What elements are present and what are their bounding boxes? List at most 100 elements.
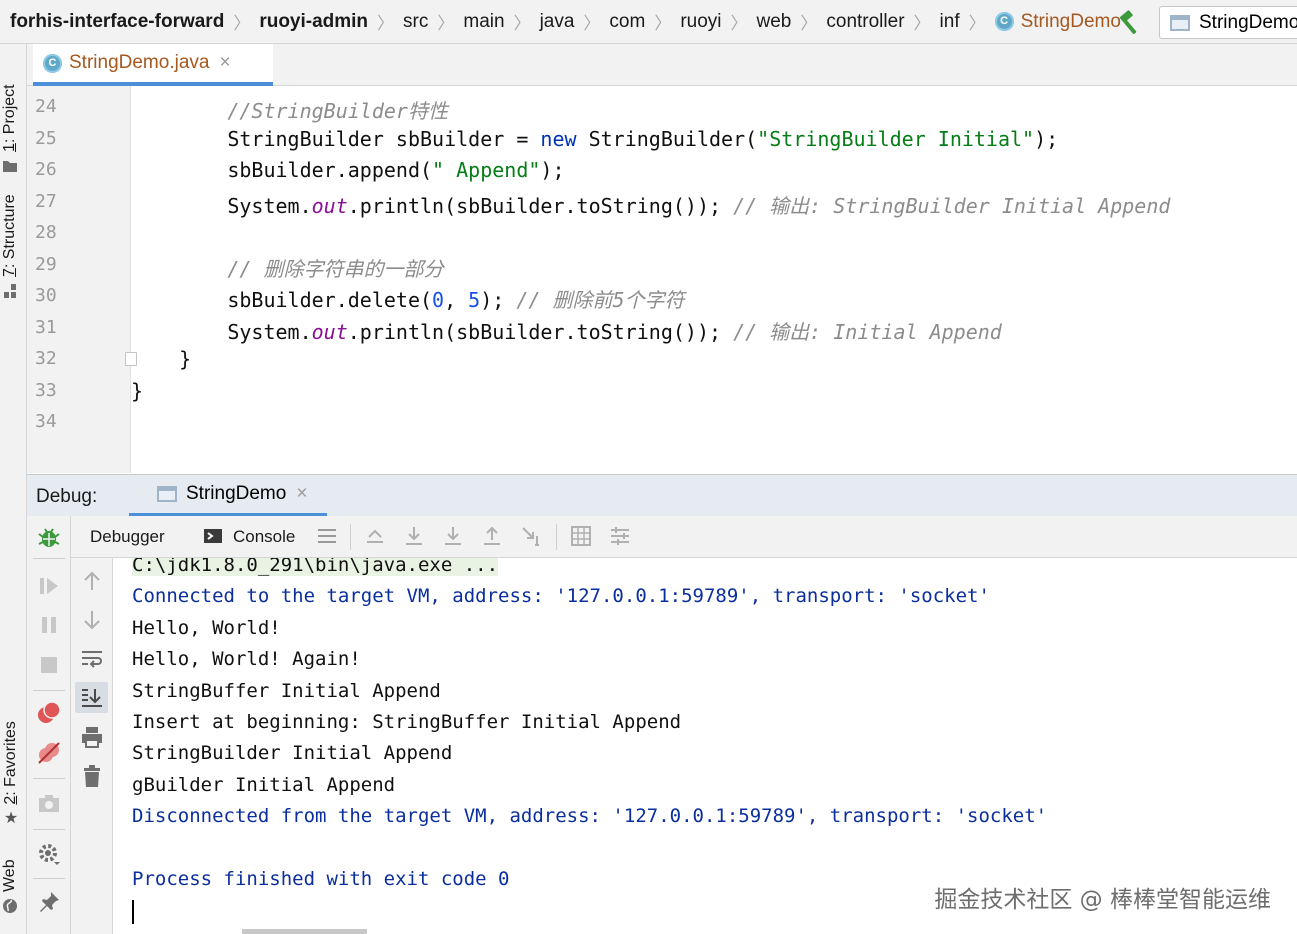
trace-icon[interactable] bbox=[608, 524, 632, 548]
code-keyword: new bbox=[540, 126, 577, 151]
code-line[interactable]: // 删除字符串的一部分 bbox=[131, 253, 443, 282]
code-line[interactable]: System.out.println(sbBuilder.toString())… bbox=[131, 190, 1170, 219]
code-text: StringBuilder( bbox=[576, 126, 758, 151]
code-line[interactable]: StringBuilder sbBuilder = new StringBuil… bbox=[131, 127, 1058, 151]
code-text: .println(sbBuilder.toString()); bbox=[347, 319, 734, 344]
scroll-to-end-toggle[interactable] bbox=[75, 682, 108, 713]
show-execution-point-icon[interactable] bbox=[363, 524, 387, 548]
breadcrumb-item-inf[interactable]: inf bbox=[940, 11, 960, 33]
console-line: StringBuffer Initial Append bbox=[132, 679, 441, 702]
favorites-tab-number: 2 bbox=[2, 795, 19, 805]
toolbar-separator bbox=[33, 778, 65, 779]
horizontal-scrollbar[interactable] bbox=[242, 929, 367, 934]
run-configuration-selector[interactable]: StringDemo bbox=[1159, 6, 1297, 39]
breadcrumb-item-controller[interactable]: controller bbox=[826, 11, 904, 33]
editor-tab-label: StringDemo.java bbox=[69, 52, 210, 73]
tab-console[interactable]: Console bbox=[233, 527, 295, 547]
web-tool-tab[interactable]: Web bbox=[1, 859, 19, 914]
application-window-icon bbox=[157, 486, 177, 502]
run-to-cursor-icon[interactable] bbox=[519, 524, 543, 548]
soft-wrap-icon[interactable] bbox=[79, 646, 105, 672]
breadcrumb-separator: 〉 bbox=[583, 14, 601, 33]
globe-icon bbox=[3, 899, 17, 913]
console-line: Connected to the target VM, address: '12… bbox=[132, 585, 990, 608]
code-text: } bbox=[131, 347, 192, 371]
favorites-tool-tab[interactable]: ★ 2: Favorites bbox=[1, 721, 21, 827]
code-line[interactable]: System.out.println(sbBuilder.toString())… bbox=[131, 316, 1002, 345]
debug-toolbar: Debugger Console bbox=[71, 516, 1297, 558]
step-out-icon[interactable] bbox=[480, 524, 504, 548]
project-tool-tab[interactable]: 1: Project bbox=[1, 84, 19, 174]
close-session-icon[interactable]: × bbox=[296, 483, 307, 505]
code-text: .println(sbBuilder.toString()); bbox=[347, 193, 734, 218]
breadcrumb-item-src[interactable]: src bbox=[403, 11, 428, 33]
debug-session-tab[interactable]: StringDemo × bbox=[129, 475, 327, 517]
code-line[interactable]: } bbox=[131, 379, 143, 403]
code-text: , bbox=[444, 288, 469, 312]
arrow-up-icon[interactable] bbox=[79, 568, 105, 594]
left-tool-window-stripe: 1: Project 7: Structure ★ 2: Favorites W… bbox=[0, 44, 27, 934]
fold-marker-icon[interactable] bbox=[125, 352, 137, 366]
console-line: Hello, World! Again! bbox=[132, 648, 361, 671]
code-editor[interactable]: //StringBuilder特性 StringBuilder sbBuilde… bbox=[131, 86, 1297, 473]
line-number: 26 bbox=[35, 159, 57, 180]
toolbar-separator bbox=[350, 524, 351, 550]
close-tab-icon[interactable]: × bbox=[219, 52, 230, 74]
structure-tab-number: 7 bbox=[1, 268, 18, 277]
view-breakpoints-icon[interactable] bbox=[36, 700, 62, 726]
arrow-down-icon[interactable] bbox=[79, 607, 105, 633]
step-into-icon[interactable] bbox=[441, 524, 465, 548]
code-line[interactable]: } bbox=[131, 347, 191, 371]
breadcrumb-separator: 〉 bbox=[913, 14, 931, 33]
resume-icon[interactable] bbox=[36, 573, 62, 599]
code-text: sbBuilder.append( bbox=[131, 158, 433, 182]
code-field: out bbox=[311, 319, 348, 344]
breadcrumb-separator: 〉 bbox=[654, 14, 672, 33]
breadcrumb-item-forhis-interface-forward[interactable]: forhis-interface-forward bbox=[10, 11, 224, 33]
pin-icon[interactable] bbox=[36, 889, 62, 915]
console-line: Hello, World! bbox=[132, 616, 281, 639]
tab-debugger[interactable]: Debugger bbox=[90, 527, 165, 547]
line-number: 31 bbox=[35, 316, 57, 338]
menu-icon[interactable] bbox=[315, 524, 339, 548]
code-text: ); bbox=[480, 288, 517, 312]
clear-icon[interactable] bbox=[79, 763, 105, 789]
toolbar-separator bbox=[556, 524, 557, 550]
bug-icon[interactable] bbox=[36, 524, 62, 550]
code-text: System. bbox=[131, 193, 312, 218]
hammer-icon[interactable] bbox=[1117, 10, 1143, 36]
code-text: sbBuilder.delete( bbox=[131, 288, 433, 312]
breadcrumb-item-ruoyi[interactable]: ruoyi bbox=[680, 11, 721, 33]
line-number-gutter[interactable]: 24 25 26 27 28 29 30 31 32 33 34 bbox=[27, 86, 131, 473]
breadcrumb-item-web[interactable]: web bbox=[757, 11, 792, 33]
breadcrumb-separator: 〉 bbox=[437, 14, 455, 33]
code-line[interactable]: sbBuilder.append(" Append"); bbox=[131, 158, 564, 182]
camera-icon[interactable] bbox=[36, 790, 62, 816]
code-line[interactable]: //StringBuilder特性 bbox=[131, 95, 448, 124]
structure-tool-tab[interactable]: 7: Structure bbox=[1, 194, 19, 299]
breadcrumb-item-ruoyi-admin[interactable]: ruoyi-admin bbox=[259, 11, 368, 33]
step-over-icon[interactable] bbox=[402, 524, 426, 548]
breadcrumb-item-java[interactable]: java bbox=[540, 11, 575, 33]
star-icon: ★ bbox=[3, 809, 19, 827]
evaluate-icon[interactable] bbox=[569, 524, 593, 548]
settings-icon[interactable] bbox=[36, 841, 62, 867]
breadcrumb-item-stringdemo[interactable]: StringDemo bbox=[1021, 11, 1121, 33]
code-string: " Append" bbox=[432, 158, 541, 182]
breadcrumb-item-com[interactable]: com bbox=[609, 11, 645, 33]
console-output[interactable]: C:\jdk1.8.0_291\bin\java.exe ... Connecte… bbox=[113, 558, 1297, 934]
stop-icon[interactable] bbox=[36, 652, 62, 678]
pause-icon[interactable] bbox=[36, 612, 62, 638]
breadcrumb-item-main[interactable]: main bbox=[463, 11, 504, 33]
print-icon[interactable] bbox=[79, 724, 105, 750]
mute-breakpoints-icon[interactable] bbox=[36, 740, 62, 766]
code-line[interactable]: sbBuilder.delete(0, 5); // 删除前5个字符 bbox=[131, 284, 684, 313]
breadcrumb-separator: 〉 bbox=[513, 14, 531, 33]
scroll-to-end-icon bbox=[82, 689, 102, 707]
breadcrumb-separator: 〉 bbox=[800, 14, 818, 33]
breadcrumb-separator: 〉 bbox=[968, 14, 986, 33]
line-number: 32 bbox=[35, 348, 57, 369]
line-number: 27 bbox=[35, 190, 57, 212]
editor-tab-stringdemo[interactable]: C StringDemo.java × bbox=[33, 44, 273, 86]
class-icon: C bbox=[43, 53, 62, 73]
